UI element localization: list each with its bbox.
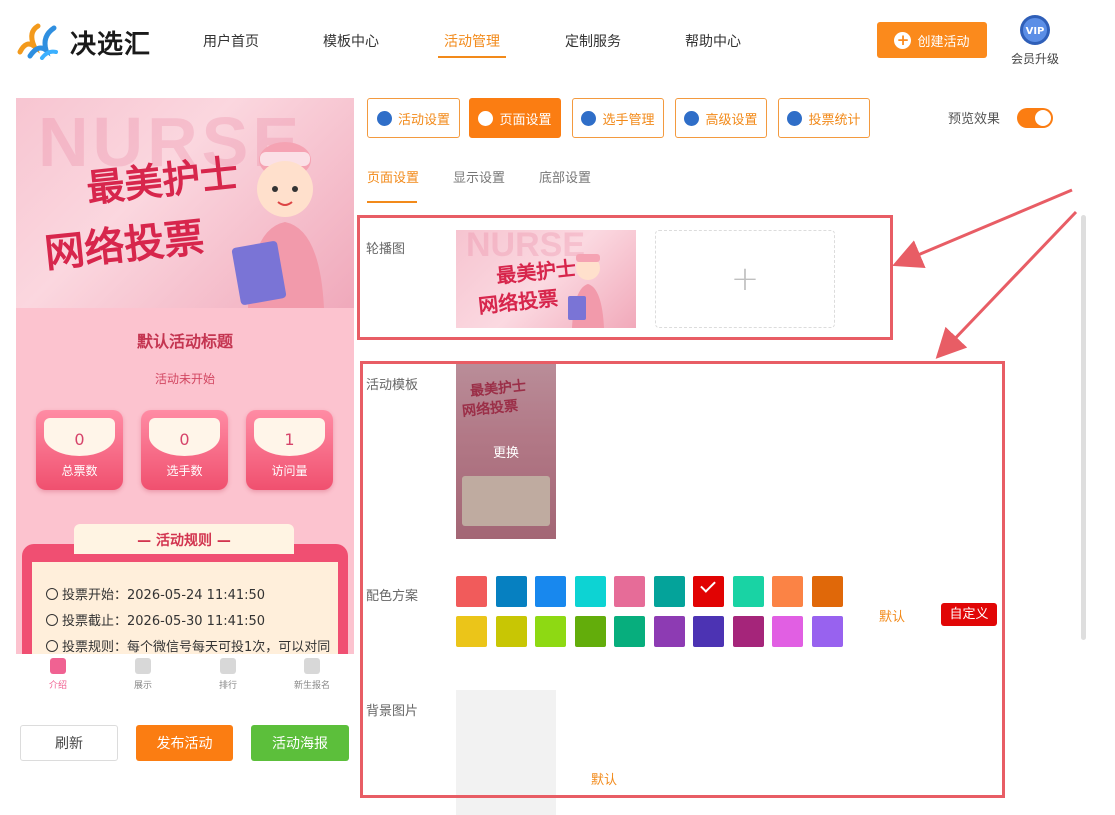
info-icon <box>46 640 58 652</box>
bar-chart-icon <box>787 110 803 126</box>
heart-icon <box>220 658 236 674</box>
preview-effect-toggle[interactable] <box>1017 108 1053 128</box>
rule-vote-start: 投票开始：2026-05-24 11:41:50 <box>46 584 265 603</box>
tab-label: 展示 <box>133 681 152 691</box>
tab-ranking[interactable]: 排行 <box>198 658 258 691</box>
activity-poster-button[interactable]: 活动海报 <box>251 725 349 761</box>
subtab-footer-settings[interactable]: 底部设置 <box>539 167 591 186</box>
rules-title: — 活动规则 — <box>74 524 294 554</box>
preview-tabbar: 介绍 展示 排行 新生报名 <box>16 654 354 700</box>
stat-label: 访问量 <box>271 464 308 478</box>
arrow-to-carousel <box>892 188 1073 268</box>
phone-preview: NURSE 最美护士 网络投票 默认活动标题 活动未开始 0 总票数 0 选手数… <box>16 98 354 654</box>
rule-text: 投票规则：每个微信号每天可投1次，可以对同 <box>62 640 331 654</box>
tab-label: 排行 <box>218 681 237 691</box>
tab-display[interactable]: 展示 <box>113 658 173 691</box>
stat-label: 选手数 <box>166 464 203 478</box>
contestant-management-button[interactable]: 选手管理 <box>572 98 664 138</box>
tab-intro[interactable]: 介绍 <box>28 658 88 691</box>
vip-label: 会员升级 <box>1010 52 1059 66</box>
tab-label: 新生报名 <box>293 681 330 691</box>
rule-text: 投票开始：2026-05-24 11:41:50 <box>62 588 266 603</box>
subtab-display-settings[interactable]: 显示设置 <box>453 167 505 186</box>
users-icon <box>581 110 597 126</box>
create-activity-label: 创建活动 <box>917 34 970 50</box>
nurse-illustration <box>231 142 324 308</box>
rule-vote-end: 投票截止：2026-05-30 11:41:50 <box>46 610 265 629</box>
tab-signup[interactable]: 新生报名 <box>282 658 342 691</box>
page-settings-button[interactable]: 页面设置 <box>469 98 561 138</box>
nav-custom-service[interactable]: 定制服务 <box>565 31 621 51</box>
preview-banner: NURSE 最美护士 网络投票 <box>16 98 354 308</box>
advanced-settings-button[interactable]: 高级设置 <box>675 98 767 138</box>
nav-home[interactable]: 用户首页 <box>203 31 259 51</box>
subtab-page-settings[interactable]: 页面设置 <box>367 167 419 186</box>
settings-list-icon <box>684 110 700 126</box>
logo-text[interactable]: 决选汇 <box>70 24 151 61</box>
logo-icon <box>17 23 58 60</box>
activity-title: 默认活动标题 <box>136 332 233 351</box>
scrollbar[interactable] <box>1081 215 1086 640</box>
arrow-to-template <box>935 210 1078 359</box>
highlight-box-template <box>360 361 1005 798</box>
tool-label: 选手管理 <box>602 112 655 128</box>
star-icon <box>376 110 392 126</box>
nav-help-center[interactable]: 帮助中心 <box>685 31 741 51</box>
refresh-button[interactable]: 刷新 <box>20 725 118 761</box>
preview-body: 默认活动标题 活动未开始 0 总票数 0 选手数 1 访问量 — 活动规则 — … <box>16 308 354 654</box>
nav-active-indicator <box>438 56 506 58</box>
gallery-icon <box>135 658 151 674</box>
toggle-knob <box>1035 110 1051 126</box>
vote-statistics-button[interactable]: 投票统计 <box>778 98 870 138</box>
tool-label: 页面设置 <box>499 112 552 128</box>
stat-value: 0 <box>44 418 115 456</box>
rule-text: 投票截止：2026-05-30 11:41:50 <box>62 614 266 629</box>
rule-vote-rule: 投票规则：每个微信号每天可投1次，可以对同 <box>46 636 330 654</box>
preview-effect-label: 预览效果 <box>948 112 1001 127</box>
nav-activity-management[interactable]: 活动管理 <box>444 31 500 51</box>
tool-label: 高级设置 <box>705 112 758 128</box>
vip-upgrade[interactable]: VIP 会员升级 <box>1010 14 1060 67</box>
top-header: 决选汇 用户首页 模板中心 活动管理 定制服务 帮助中心 + 创建活动 VIP … <box>0 0 1115 85</box>
tool-label: 活动设置 <box>397 112 450 128</box>
person-icon <box>50 658 66 674</box>
vip-badge-icon: VIP <box>1020 15 1050 45</box>
signup-icon <box>304 658 320 674</box>
stat-value: 0 <box>149 418 220 456</box>
nav-templates[interactable]: 模板中心 <box>323 31 379 51</box>
subtab-active-indicator <box>367 201 417 203</box>
clock-icon <box>46 614 58 626</box>
tool-label: 投票统计 <box>808 112 861 128</box>
stat-label: 总票数 <box>61 464 98 478</box>
publish-activity-button[interactable]: 发布活动 <box>136 725 233 761</box>
gear-icon <box>478 110 494 126</box>
stat-value: 1 <box>254 418 325 456</box>
highlight-box-carousel <box>357 215 893 340</box>
vip-badge-text: VIP <box>1026 26 1045 37</box>
activity-settings-button[interactable]: 活动设置 <box>367 98 460 138</box>
clock-icon <box>46 588 58 600</box>
create-activity-button[interactable]: + 创建活动 <box>877 22 987 58</box>
banner-title-line2: 网络投票 <box>42 213 207 278</box>
plus-icon: + <box>894 31 912 49</box>
tab-label: 介绍 <box>48 681 67 691</box>
stat-contestants: 0 选手数 <box>141 410 228 490</box>
stat-visits: 1 访问量 <box>246 410 333 490</box>
activity-status: 活动未开始 <box>154 372 215 386</box>
stat-total-votes: 0 总票数 <box>36 410 123 490</box>
